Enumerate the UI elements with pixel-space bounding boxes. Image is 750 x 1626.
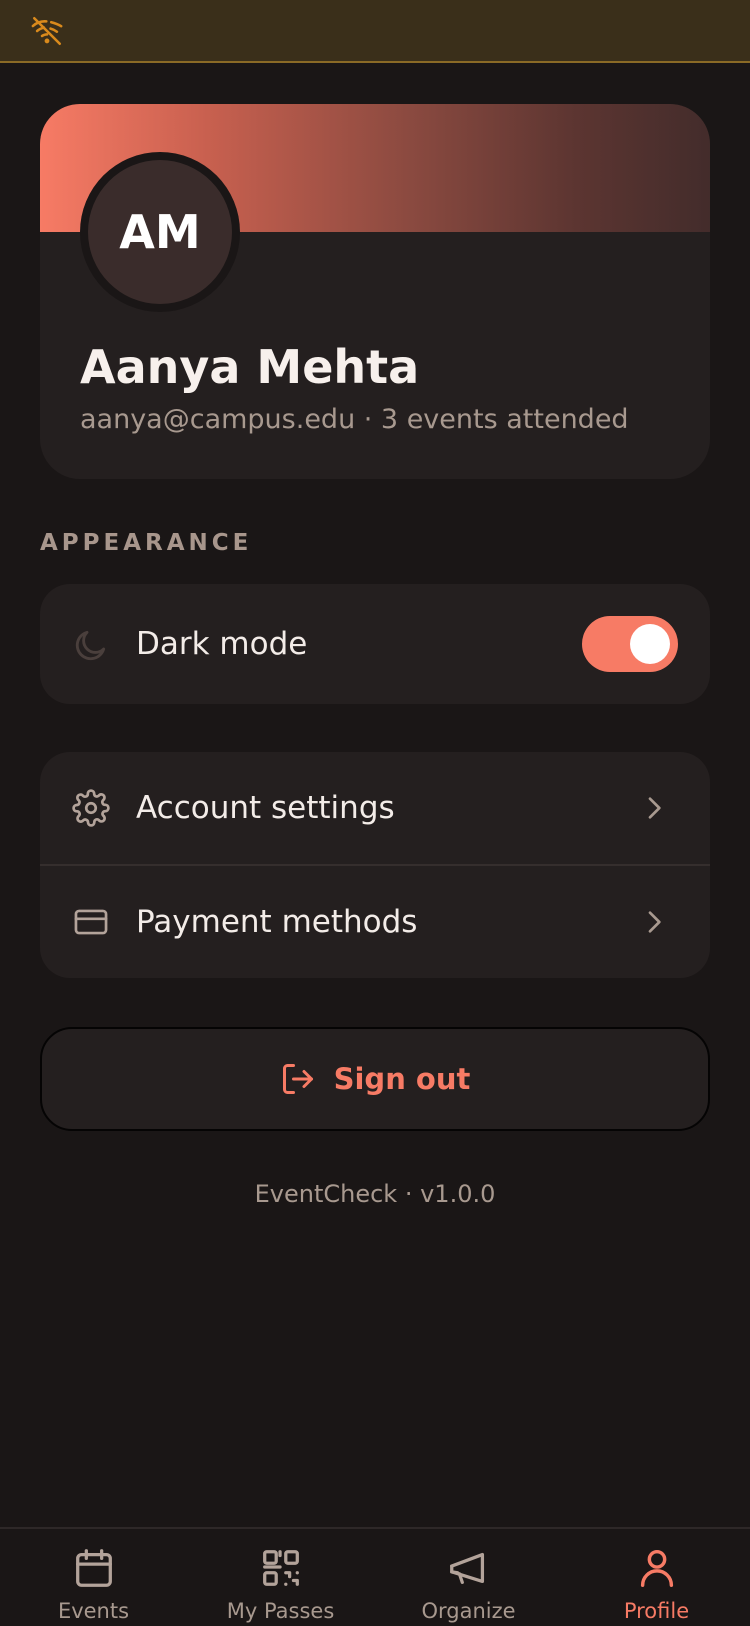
user-icon [640,1549,674,1587]
wifi-off-icon [31,16,63,46]
avatar: AM [88,160,232,304]
chevron-right-icon [648,911,661,933]
profile-name: Aanya Mehta [80,340,420,394]
profile-subtitle: aanya@campus.edu · 3 events attended [80,404,629,435]
megaphone-icon [450,1552,485,1585]
nav-item-profile[interactable]: Profile [563,1529,750,1626]
nav-item-organize[interactable]: Organize [375,1529,562,1626]
nav-label: My Passes [226,1599,335,1623]
dark-mode-row: Dark mode [40,584,710,704]
settings-card: Account settings Payment methods [40,752,710,978]
calendar-icon [76,1549,112,1587]
toggle-knob [630,624,670,664]
sign-out-icon [282,1064,313,1094]
moon-icon [75,630,106,661]
section-label-appearance: APPEARANCE [40,530,253,556]
status-bar [0,0,750,63]
avatar-ring: AM [80,152,240,312]
nav-label: Profile [623,1599,690,1623]
sign-out-label: Sign out [333,1062,471,1096]
nav-item-my-passes[interactable]: My Passes [187,1529,374,1626]
app-version: EventCheck · v1.0.0 [254,1180,496,1208]
appearance-card: Dark mode [40,584,710,704]
settings-item-label: Account settings [136,790,395,826]
gear-icon [72,789,110,827]
dark-mode-toggle[interactable] [582,616,678,672]
bottom-nav: Events My Passes Organize Profile [0,1527,750,1624]
nav-label: Organize [421,1599,516,1623]
nav-item-events[interactable]: Events [0,1529,187,1626]
settings-item-account[interactable]: Account settings [40,752,710,864]
dark-mode-label: Dark mode [136,626,308,662]
chevron-right-icon [648,797,661,819]
qr-code-icon [263,1550,299,1586]
sign-out-button[interactable]: Sign out [40,1027,710,1131]
profile-card: AM Aanya Mehta aanya@campus.edu · 3 even… [40,104,710,479]
settings-item-payment[interactable]: Payment methods [40,866,710,978]
nav-label: Events [57,1599,130,1623]
settings-item-label: Payment methods [136,904,418,940]
credit-card-icon [74,909,108,935]
